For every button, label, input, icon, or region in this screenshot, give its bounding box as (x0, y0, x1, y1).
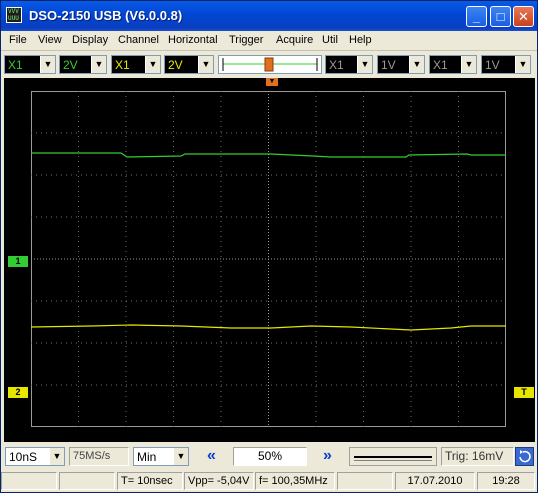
trigger-level-display: Trig: 16mV (441, 447, 514, 466)
menu-horizontal[interactable]: Horizontal (168, 34, 218, 46)
refresh-icon-graphic (519, 450, 531, 463)
channel-toolbar: X1 ▼ 2V ▼ X1 ▼ 2V ▼ X1 ▼ 1V ▼ X1 ▼ 1V ▼ (1, 52, 537, 77)
status-bar: T= 10nsec Vpp= -5,04V f= 100,35MHz 17.07… (1, 471, 537, 492)
menu-view[interactable]: View (38, 34, 62, 46)
maximize-icon: □ (496, 9, 505, 24)
ch2-probe-value: X1 (115, 58, 130, 72)
title-bar[interactable]: VVV UUU DSO-2150 USB (V6.0.0.8) _ □ ✕ (1, 1, 537, 31)
acquire-mode-value: Min (137, 450, 157, 464)
slider-track-shadow (354, 460, 432, 461)
timebase-select[interactable]: 10nS ▼ (5, 447, 65, 466)
maximize-button[interactable]: □ (490, 6, 511, 27)
ch1-probe-value: X1 (8, 58, 23, 72)
scope-app-icon[interactable]: VVV UUU (6, 7, 22, 23)
trigger-level-slider[interactable] (349, 447, 437, 466)
menu-util[interactable]: Util (322, 34, 338, 46)
ch3-probe-select[interactable]: X1 ▼ (325, 55, 373, 74)
refresh-icon[interactable] (515, 447, 534, 466)
ch2-volts-value: 2V (168, 58, 183, 72)
horizontal-position-display: 50% (233, 447, 307, 466)
dropdown-arrow-icon[interactable]: ▼ (357, 56, 372, 73)
app-icon-text: VVV UUU (8, 8, 19, 22)
sample-rate-display: 75MS/s (69, 447, 129, 466)
trigger-position-marker[interactable]: ▼ (266, 78, 278, 86)
app-window: VVV UUU DSO-2150 USB (V6.0.0.8) _ □ ✕ Fi… (0, 0, 538, 493)
trigger-level-marker[interactable]: T (514, 387, 534, 398)
dropdown-arrow-icon[interactable]: ▼ (198, 56, 213, 73)
dropdown-arrow-icon[interactable]: ▼ (40, 56, 55, 73)
menu-file[interactable]: File (9, 34, 27, 46)
ch4-volts-select[interactable]: 1V ▼ (481, 55, 531, 74)
ch1-probe-select[interactable]: X1 ▼ (4, 55, 56, 74)
horizontal-controls: 10nS ▼ 75MS/s Min ▼ « 50% » Trig: 16mV (1, 444, 537, 470)
dropdown-arrow-icon[interactable]: ▼ (461, 56, 476, 73)
ch4-volts-value: 1V (485, 58, 500, 72)
status-time: 19:28 (477, 472, 535, 490)
ch1-volts-value: 2V (63, 58, 78, 72)
trigger-position-slider[interactable] (218, 55, 322, 74)
slider-track (354, 456, 432, 458)
minimize-icon: _ (472, 9, 481, 24)
close-icon: ✕ (518, 9, 529, 24)
scope-grid (31, 91, 506, 427)
status-vpp: Vpp= -5,04V (184, 472, 254, 490)
ch3-volts-value: 1V (381, 58, 396, 72)
menu-acquire[interactable]: Acquire (276, 34, 313, 46)
close-button[interactable]: ✕ (513, 6, 534, 27)
dropdown-arrow-icon[interactable]: ▼ (515, 56, 530, 73)
menu-help[interactable]: Help (349, 34, 372, 46)
ch2-probe-select[interactable]: X1 ▼ (111, 55, 161, 74)
menu-trigger[interactable]: Trigger (229, 34, 263, 46)
status-date: 17.07.2010 (395, 472, 475, 490)
dropdown-arrow-icon[interactable]: ▼ (49, 448, 64, 465)
scroll-right-button[interactable]: » (310, 447, 345, 466)
status-empty-cell (1, 472, 57, 490)
timebase-value: 10nS (9, 450, 38, 464)
ch1-volts-select[interactable]: 2V ▼ (59, 55, 107, 74)
ch2-volts-select[interactable]: 2V ▼ (164, 55, 214, 74)
status-frequency: f= 100,35MHz (255, 472, 335, 490)
ch1-level-marker[interactable]: 1 (8, 256, 28, 267)
dropdown-arrow-icon[interactable]: ▼ (91, 56, 106, 73)
acquire-mode-select[interactable]: Min ▼ (133, 447, 189, 466)
dropdown-arrow-icon[interactable]: ▼ (145, 56, 160, 73)
trigger-slider-graphic (222, 57, 318, 72)
minimize-button[interactable]: _ (466, 6, 487, 27)
menu-display[interactable]: Display (72, 34, 108, 46)
status-timing: T= 10nsec (117, 472, 183, 490)
ch4-probe-select[interactable]: X1 ▼ (429, 55, 477, 74)
status-empty-cell-2 (59, 472, 115, 490)
dropdown-arrow-icon[interactable]: ▼ (173, 448, 188, 465)
ch3-volts-select[interactable]: 1V ▼ (377, 55, 425, 74)
menu-bar: File View Display Channel Horizontal Tri… (1, 31, 537, 51)
window-title: DSO-2150 USB (V6.0.0.8) (29, 8, 183, 23)
dropdown-arrow-icon[interactable]: ▼ (409, 56, 424, 73)
scroll-left-button[interactable]: « (194, 447, 229, 466)
ch2-level-marker[interactable]: 2 (8, 387, 28, 398)
ch4-probe-value: X1 (433, 58, 448, 72)
ch3-probe-value: X1 (329, 58, 344, 72)
menu-channel[interactable]: Channel (118, 34, 159, 46)
status-empty-cell-3 (337, 472, 393, 490)
